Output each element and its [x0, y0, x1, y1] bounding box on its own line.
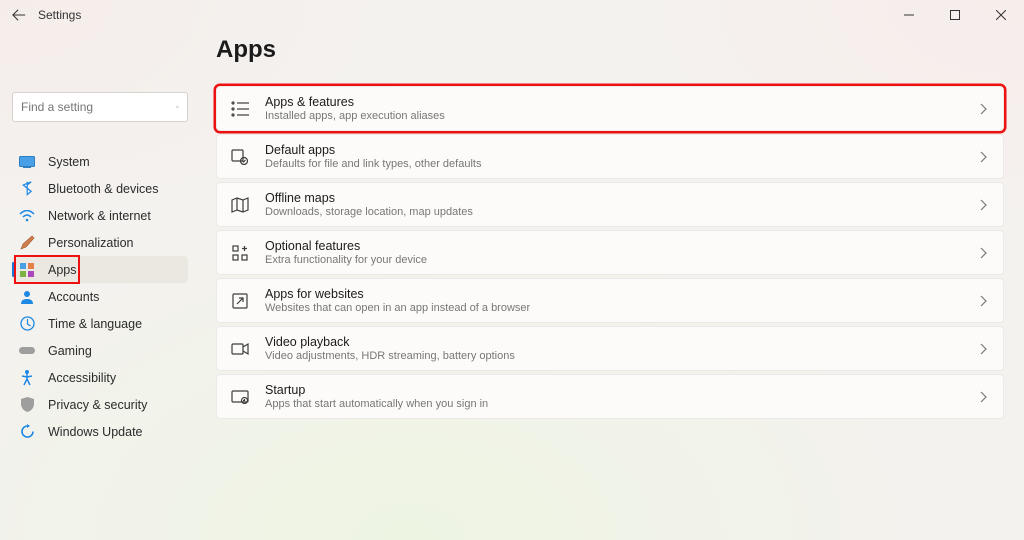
card-title: Default apps	[265, 143, 979, 158]
card-optional-features[interactable]: Optional features Extra functionality fo…	[216, 230, 1004, 275]
chevron-right-icon	[979, 295, 987, 307]
sidebar-item-system[interactable]: System	[12, 148, 188, 175]
chevron-right-icon	[979, 247, 987, 259]
globe-clock-icon	[18, 315, 36, 333]
sidebar-item-time[interactable]: Time & language	[12, 310, 188, 337]
card-subtitle: Apps that start automatically when you s…	[265, 398, 979, 411]
chevron-right-icon	[979, 343, 987, 355]
close-icon	[996, 10, 1006, 20]
card-title: Optional features	[265, 239, 979, 254]
card-text: Optional features Extra functionality fo…	[265, 239, 979, 267]
sidebar-item-label: Windows Update	[48, 425, 143, 439]
apps-icon	[18, 261, 36, 279]
minimize-icon	[904, 10, 914, 20]
card-subtitle: Extra functionality for your device	[265, 254, 979, 267]
card-text: Apps for websites Websites that can open…	[265, 287, 979, 315]
card-subtitle: Installed apps, app execution aliases	[265, 110, 979, 123]
sidebar-item-privacy[interactable]: Privacy & security	[12, 391, 188, 418]
sidebar-item-label: Personalization	[48, 236, 133, 250]
video-icon	[229, 338, 251, 360]
wifi-icon	[18, 207, 36, 225]
cards-list: Apps & features Installed apps, app exec…	[216, 86, 1004, 419]
system-icon	[18, 153, 36, 171]
sidebar-item-update[interactable]: Windows Update	[12, 418, 188, 445]
chevron-right-icon	[979, 199, 987, 211]
card-offline-maps[interactable]: Offline maps Downloads, storage location…	[216, 182, 1004, 227]
card-text: Startup Apps that start automatically wh…	[265, 383, 979, 411]
chevron-right-icon	[979, 391, 987, 403]
card-subtitle: Downloads, storage location, map updates	[265, 206, 979, 219]
search-input[interactable]	[21, 100, 176, 114]
default-apps-icon	[229, 146, 251, 168]
window-controls	[886, 0, 1024, 30]
card-default-apps[interactable]: Default apps Defaults for file and link …	[216, 134, 1004, 179]
sidebar-item-accessibility[interactable]: Accessibility	[12, 364, 188, 391]
card-apps-for-websites[interactable]: Apps for websites Websites that can open…	[216, 278, 1004, 323]
sidebar-item-label: Network & internet	[48, 209, 151, 223]
maximize-button[interactable]	[932, 0, 978, 30]
map-icon	[229, 194, 251, 216]
card-text: Video playback Video adjustments, HDR st…	[265, 335, 979, 363]
sidebar-item-bluetooth[interactable]: Bluetooth & devices	[12, 175, 188, 202]
shield-icon	[18, 396, 36, 414]
chevron-right-icon	[979, 103, 987, 115]
card-title: Apps for websites	[265, 287, 979, 302]
chevron-right-icon	[979, 151, 987, 163]
brush-icon	[18, 234, 36, 252]
card-text: Apps & features Installed apps, app exec…	[265, 95, 979, 123]
sidebar-item-personalization[interactable]: Personalization	[12, 229, 188, 256]
bluetooth-icon	[18, 180, 36, 198]
list-icon	[229, 98, 251, 120]
titlebar: Settings	[0, 0, 1024, 30]
plus-grid-icon	[229, 242, 251, 264]
nav-list: System Bluetooth & devices Network & int…	[12, 148, 188, 445]
sidebar-item-label: Accessibility	[48, 371, 116, 385]
card-title: Offline maps	[265, 191, 979, 206]
close-button[interactable]	[978, 0, 1024, 30]
sidebar-item-apps[interactable]: Apps	[12, 256, 188, 283]
gamepad-icon	[18, 342, 36, 360]
sidebar-item-accounts[interactable]: Accounts	[12, 283, 188, 310]
card-video-playback[interactable]: Video playback Video adjustments, HDR st…	[216, 326, 1004, 371]
window-title: Settings	[38, 8, 81, 22]
startup-icon	[229, 386, 251, 408]
card-subtitle: Defaults for file and link types, other …	[265, 158, 979, 171]
sidebar-item-label: System	[48, 155, 90, 169]
page-title: Apps	[216, 36, 1004, 64]
open-external-icon	[229, 290, 251, 312]
sidebar: System Bluetooth & devices Network & int…	[12, 92, 188, 445]
back-button[interactable]	[0, 0, 38, 30]
sidebar-item-label: Accounts	[48, 290, 99, 304]
back-arrow-icon	[12, 8, 26, 22]
person-icon	[18, 288, 36, 306]
update-icon	[18, 423, 36, 441]
sidebar-item-label: Privacy & security	[48, 398, 147, 412]
card-subtitle: Video adjustments, HDR streaming, batter…	[265, 350, 979, 363]
sidebar-item-label: Gaming	[48, 344, 92, 358]
card-text: Default apps Defaults for file and link …	[265, 143, 979, 171]
sidebar-item-label: Time & language	[48, 317, 142, 331]
sidebar-item-network[interactable]: Network & internet	[12, 202, 188, 229]
card-title: Startup	[265, 383, 979, 398]
sidebar-item-label: Apps	[48, 263, 77, 277]
maximize-icon	[950, 10, 960, 20]
card-subtitle: Websites that can open in an app instead…	[265, 302, 979, 315]
card-title: Apps & features	[265, 95, 979, 110]
card-text: Offline maps Downloads, storage location…	[265, 191, 979, 219]
minimize-button[interactable]	[886, 0, 932, 30]
main-content: Apps Apps & features Installed apps, app…	[216, 36, 1004, 419]
accessibility-icon	[18, 369, 36, 387]
search-box[interactable]	[12, 92, 188, 122]
card-startup[interactable]: Startup Apps that start automatically wh…	[216, 374, 1004, 419]
card-title: Video playback	[265, 335, 979, 350]
card-apps-features[interactable]: Apps & features Installed apps, app exec…	[216, 86, 1004, 131]
search-icon	[176, 100, 179, 114]
sidebar-item-gaming[interactable]: Gaming	[12, 337, 188, 364]
sidebar-item-label: Bluetooth & devices	[48, 182, 159, 196]
